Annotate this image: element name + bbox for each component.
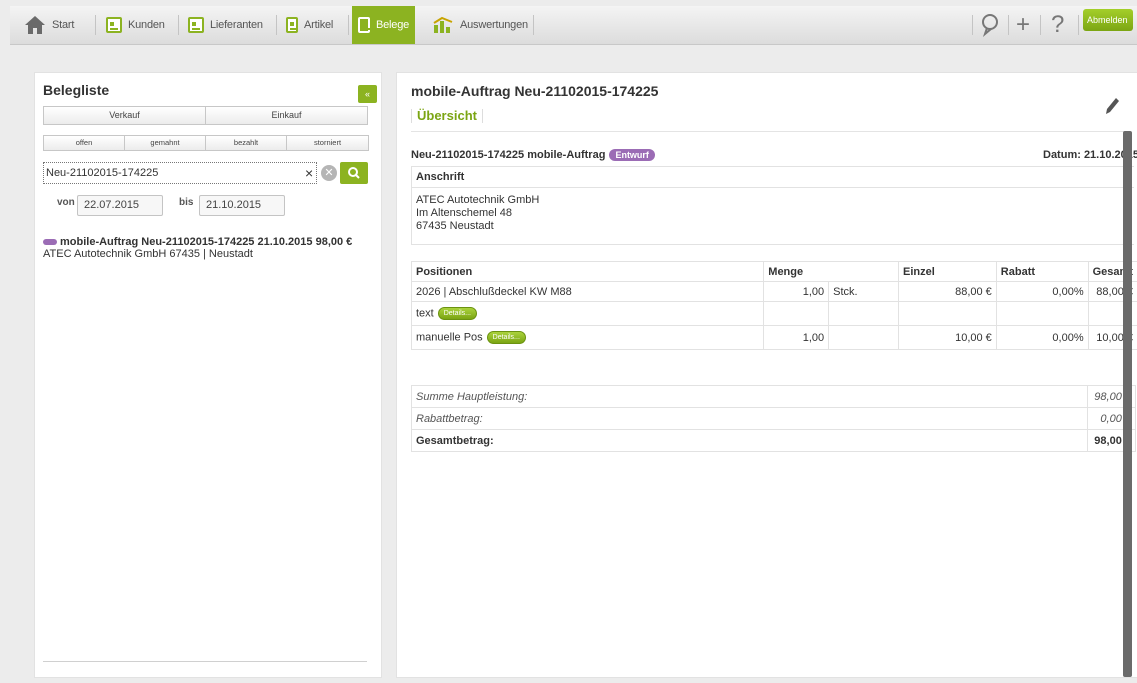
active-nav-indicator	[374, 38, 386, 44]
search-button[interactable]	[340, 162, 368, 184]
nav-kunden-label: Kunden	[128, 19, 165, 31]
scrollbar[interactable]	[1123, 131, 1132, 677]
address-line: Im Altenschemel 48	[416, 207, 512, 219]
address-line: ATEC Autotechnik GmbH	[416, 194, 540, 206]
articles-icon	[286, 17, 298, 33]
col-rabatt: Rabatt	[995, 261, 1089, 282]
home-icon	[25, 16, 45, 34]
pencil-icon[interactable]	[1103, 95, 1119, 117]
feedback-button[interactable]	[980, 6, 1000, 44]
table-row: 2026 | Abschlußdeckel KW M88 1,00 Stck. …	[410, 281, 1137, 302]
page-title: mobile-Auftrag Neu-21102015-174225	[411, 83, 659, 99]
document-header: Neu-21102015-174225 mobile-Auftrag Entwu…	[411, 149, 655, 161]
header-divider	[411, 131, 1125, 132]
summary-row: Summe Hauptleistung: 98,00 €	[411, 385, 1136, 408]
table-row: manuelle Pos Details... 1,00 10,00 € 0,00…	[410, 325, 1137, 350]
nav-auswertungen[interactable]: Auswertungen	[432, 6, 528, 44]
speech-bubble-icon	[982, 14, 998, 37]
address-line: 67435 Neustadt	[416, 220, 494, 232]
cell-rabatt: 0,00%	[995, 325, 1089, 350]
nav-artikel[interactable]: Artikel	[286, 6, 333, 44]
list-item[interactable]: mobile-Auftrag Neu-21102015-174225 21.10…	[43, 236, 375, 260]
tab-verkauf[interactable]: Verkauf	[43, 106, 206, 125]
status-filters: offen gemahnt bezahlt storniert	[43, 135, 369, 151]
status-badge: Entwurf	[609, 149, 655, 161]
cell-unit	[828, 325, 899, 350]
nav-auswertungen-label: Auswertungen	[460, 19, 528, 31]
col-einzel: Einzel	[898, 261, 997, 282]
nav-belege-label: Belege	[376, 19, 410, 31]
col-menge: Menge	[763, 261, 899, 282]
summary-table: Summe Hauptleistung: 98,00 € Rabattbetra…	[411, 385, 1136, 452]
table-row: text Details...	[410, 301, 1137, 326]
filter-offen[interactable]: offen	[43, 135, 125, 151]
top-navigation: Start Kunden Lieferanten Artikel Belege …	[10, 6, 1137, 45]
cell-rabatt: 0,00%	[995, 281, 1089, 302]
nav-artikel-label: Artikel	[304, 19, 334, 31]
search-icon	[348, 167, 360, 179]
nav-start-label: Start	[52, 19, 75, 31]
chart-icon	[433, 16, 453, 33]
cell-desc: 2026 | Abschlußdeckel KW M88	[410, 281, 765, 302]
from-date-input[interactable]: 22.07.2015	[77, 195, 163, 216]
logout-button[interactable]: Abmelden	[1083, 9, 1133, 31]
tab-uebersicht-label: Übersicht	[417, 108, 477, 123]
list-divider	[43, 661, 367, 662]
col-positionen: Positionen	[410, 261, 765, 282]
cell-desc: text	[416, 307, 434, 320]
table-header-row: Positionen Menge Einzel Rabatt Gesamt	[410, 261, 1137, 282]
list-item-customer: ATEC Autotechnik GmbH 67435 | Neustadt	[43, 248, 253, 260]
nav-kunden[interactable]: Kunden	[106, 6, 165, 44]
sales-purchase-tabs: Verkauf Einkauf	[43, 106, 368, 125]
plus-icon: +	[1016, 11, 1031, 38]
cell-menge: 1,00	[763, 281, 830, 302]
suppliers-icon	[188, 17, 204, 33]
details-button[interactable]: Details...	[486, 331, 526, 344]
cell-einzel: 88,00 €	[898, 281, 997, 302]
cell-menge: 1,00	[763, 325, 830, 350]
summary-label: Rabattbetrag:	[411, 407, 1088, 430]
details-button[interactable]: Details...	[437, 307, 477, 320]
help-button[interactable]: ?	[1051, 6, 1064, 44]
nav-start[interactable]: Start	[24, 6, 74, 44]
summary-row: Rabattbetrag: 0,00 €	[411, 407, 1136, 430]
search-field: ×	[43, 162, 317, 184]
summary-label: Summe Hauptleistung:	[411, 385, 1088, 408]
to-label: bis	[179, 197, 194, 208]
cell-einzel: 10,00 €	[898, 325, 997, 350]
document-detail-panel: mobile-Auftrag Neu-21102015-174225 Übers…	[396, 72, 1137, 678]
positions-table: Positionen Menge Einzel Rabatt Gesamt 20…	[410, 261, 1137, 350]
collapse-button[interactable]: «	[358, 85, 377, 103]
summary-row: Gesamtbetrag: 98,00 €	[411, 429, 1136, 452]
search-input[interactable]	[46, 164, 286, 182]
reset-search-icon[interactable]: ✕	[321, 165, 337, 181]
add-button[interactable]: +	[1016, 6, 1030, 44]
cell-desc: manuelle Pos	[416, 331, 483, 344]
list-item-summary: mobile-Auftrag Neu-21102015-174225 21.10…	[60, 236, 353, 248]
tab-uebersicht[interactable]: Übersicht	[411, 108, 483, 123]
customers-icon	[106, 17, 122, 33]
summary-label: Gesamtbetrag:	[411, 429, 1088, 452]
status-pill	[43, 239, 57, 245]
document-name: Neu-21102015-174225 mobile-Auftrag	[411, 149, 606, 161]
nav-lieferanten-label: Lieferanten	[210, 19, 263, 31]
documents-icon	[358, 17, 370, 33]
filter-gemahnt[interactable]: gemahnt	[124, 135, 206, 151]
filter-storniert[interactable]: storniert	[286, 135, 369, 151]
address-box: Anschrift ATEC Autotechnik GmbH Im Alten…	[411, 166, 1134, 245]
document-list-panel: Belegliste « Verkauf Einkauf offen gemah…	[34, 72, 382, 678]
cell-unit: Stck.	[828, 281, 899, 302]
filter-bezahlt[interactable]: bezahlt	[205, 135, 287, 151]
clear-text-icon[interactable]: ×	[305, 165, 313, 181]
address-header: Anschrift	[412, 167, 1134, 188]
question-icon: ?	[1051, 11, 1065, 38]
panel-title: Belegliste	[43, 82, 110, 98]
nav-lieferanten[interactable]: Lieferanten	[188, 6, 263, 44]
tab-einkauf[interactable]: Einkauf	[205, 106, 368, 125]
from-label: von	[57, 197, 75, 208]
to-date-input[interactable]: 21.10.2015	[199, 195, 285, 216]
